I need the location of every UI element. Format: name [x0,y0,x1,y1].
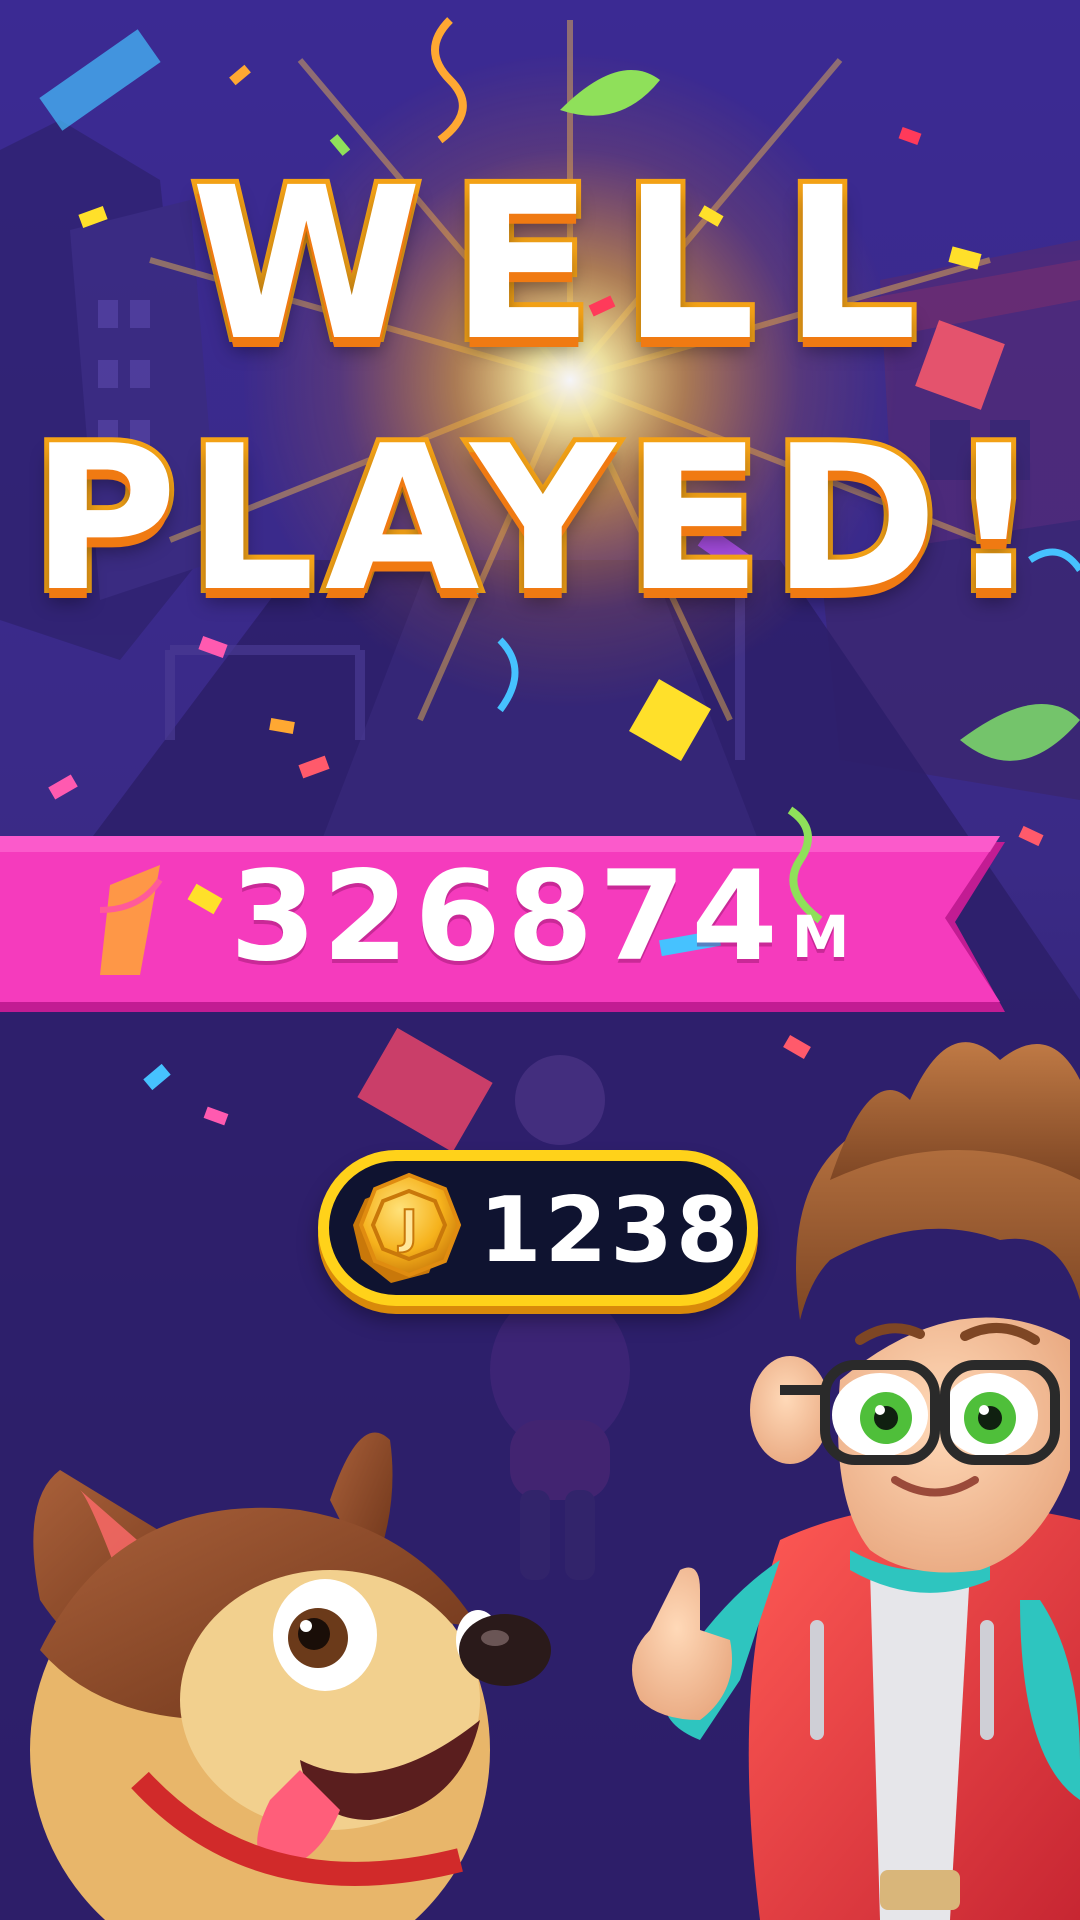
coin-letter: J [397,1200,417,1254]
distance-score: 326874 M [230,845,850,989]
title-well: WELL [186,142,946,387]
coin-counter: J 1238 [318,1150,758,1306]
coin-count: 1238 [479,1178,742,1283]
coin-icon: J [353,1172,462,1283]
distance-unit: M [791,903,850,971]
title-played: PLAYED! [26,403,1050,636]
distance-value: 326874 [230,845,784,989]
